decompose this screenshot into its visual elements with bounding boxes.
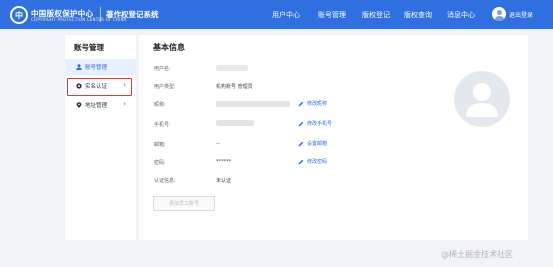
top-navigation-bar: 中 中国版权保护中心 COPYRIGHT PROTECTION CENTER O… <box>0 0 553 29</box>
email-label: 邮箱: <box>154 142 166 148</box>
sidebar-item-address[interactable]: 地址管理 › <box>65 97 136 114</box>
username-label: 用户名: <box>154 66 171 72</box>
password-value: ****** <box>216 159 231 165</box>
logo-icon: 中 <box>10 6 28 24</box>
chevron-right-icon: › <box>123 100 126 108</box>
phone-value-redacted <box>216 120 254 126</box>
sidebar-item-label: 地址管理 <box>85 103 108 109</box>
sidebar-item-real-name-verify[interactable]: 实名认证 › <box>65 78 136 95</box>
sidebar-item-account[interactable]: 账号管理 <box>65 59 136 76</box>
user-avatar-icon <box>492 7 506 21</box>
edit-nickname-link[interactable]: 修改昵称 <box>298 100 327 107</box>
user-name: 退出登录 <box>509 11 534 19</box>
chevron-right-icon: › <box>123 81 126 89</box>
profile-avatar <box>454 71 510 127</box>
nickname-label: 昵称: <box>154 102 166 108</box>
page-title: 基本信息 <box>153 43 185 52</box>
user-menu[interactable]: 退出登录 <box>492 7 533 21</box>
pencil-icon <box>298 159 304 164</box>
basic-info-panel: 基本信息 用户名: 用户类型: 机构账号 管理员 昵称: 修改昵称 手机号: 修… <box>139 35 528 240</box>
password-label: 密码: <box>154 160 166 166</box>
user-type-label: 用户类型: <box>154 84 176 90</box>
edit-phone-label: 修改手机号 <box>307 121 333 127</box>
add-staff-account-button[interactable]: 添加员工账号 <box>153 196 215 211</box>
set-email-link[interactable]: 设置邮箱 <box>298 140 327 147</box>
sidebar-title: 账号管理 <box>74 43 104 52</box>
verify-icon <box>76 83 82 89</box>
phone-label: 手机号: <box>154 122 171 128</box>
email-value: -- <box>216 141 220 147</box>
edit-password-label: 修改密码 <box>307 159 328 165</box>
user-type-value: 机构账号 管理员 <box>216 84 253 90</box>
nav-copyright-query[interactable]: 版权查询 <box>404 10 432 20</box>
edit-password-link[interactable]: 修改密码 <box>298 158 327 165</box>
default-avatar-icon <box>466 83 498 117</box>
set-email-label: 设置邮箱 <box>307 141 328 147</box>
brand-divider <box>100 7 101 22</box>
verify-status-label: 认证信息: <box>154 178 176 184</box>
pencil-icon <box>298 141 304 146</box>
system-name: 著作权登记系统 <box>106 10 159 19</box>
pencil-icon <box>298 101 304 106</box>
nav-message-center[interactable]: 消息中心 <box>447 10 475 20</box>
nickname-value-redacted <box>216 101 290 107</box>
pencil-icon <box>298 121 304 126</box>
location-icon <box>76 102 82 108</box>
sidebar-item-label: 实名认证 <box>85 84 108 90</box>
edit-nickname-label: 修改昵称 <box>307 101 328 107</box>
nav-user-center[interactable]: 用户中心 <box>272 10 300 20</box>
verify-status-value: 未认证 <box>216 178 232 184</box>
nav-account-management[interactable]: 账号管理 <box>318 10 346 20</box>
watermark: @稀土掘金技术社区 <box>441 250 513 259</box>
nav-copyright-registration[interactable]: 版权登记 <box>362 10 390 20</box>
edit-phone-link[interactable]: 修改手机号 <box>298 120 332 127</box>
username-value-redacted <box>216 65 248 71</box>
sidebar-item-label: 账号管理 <box>85 65 108 71</box>
user-icon <box>76 64 82 70</box>
